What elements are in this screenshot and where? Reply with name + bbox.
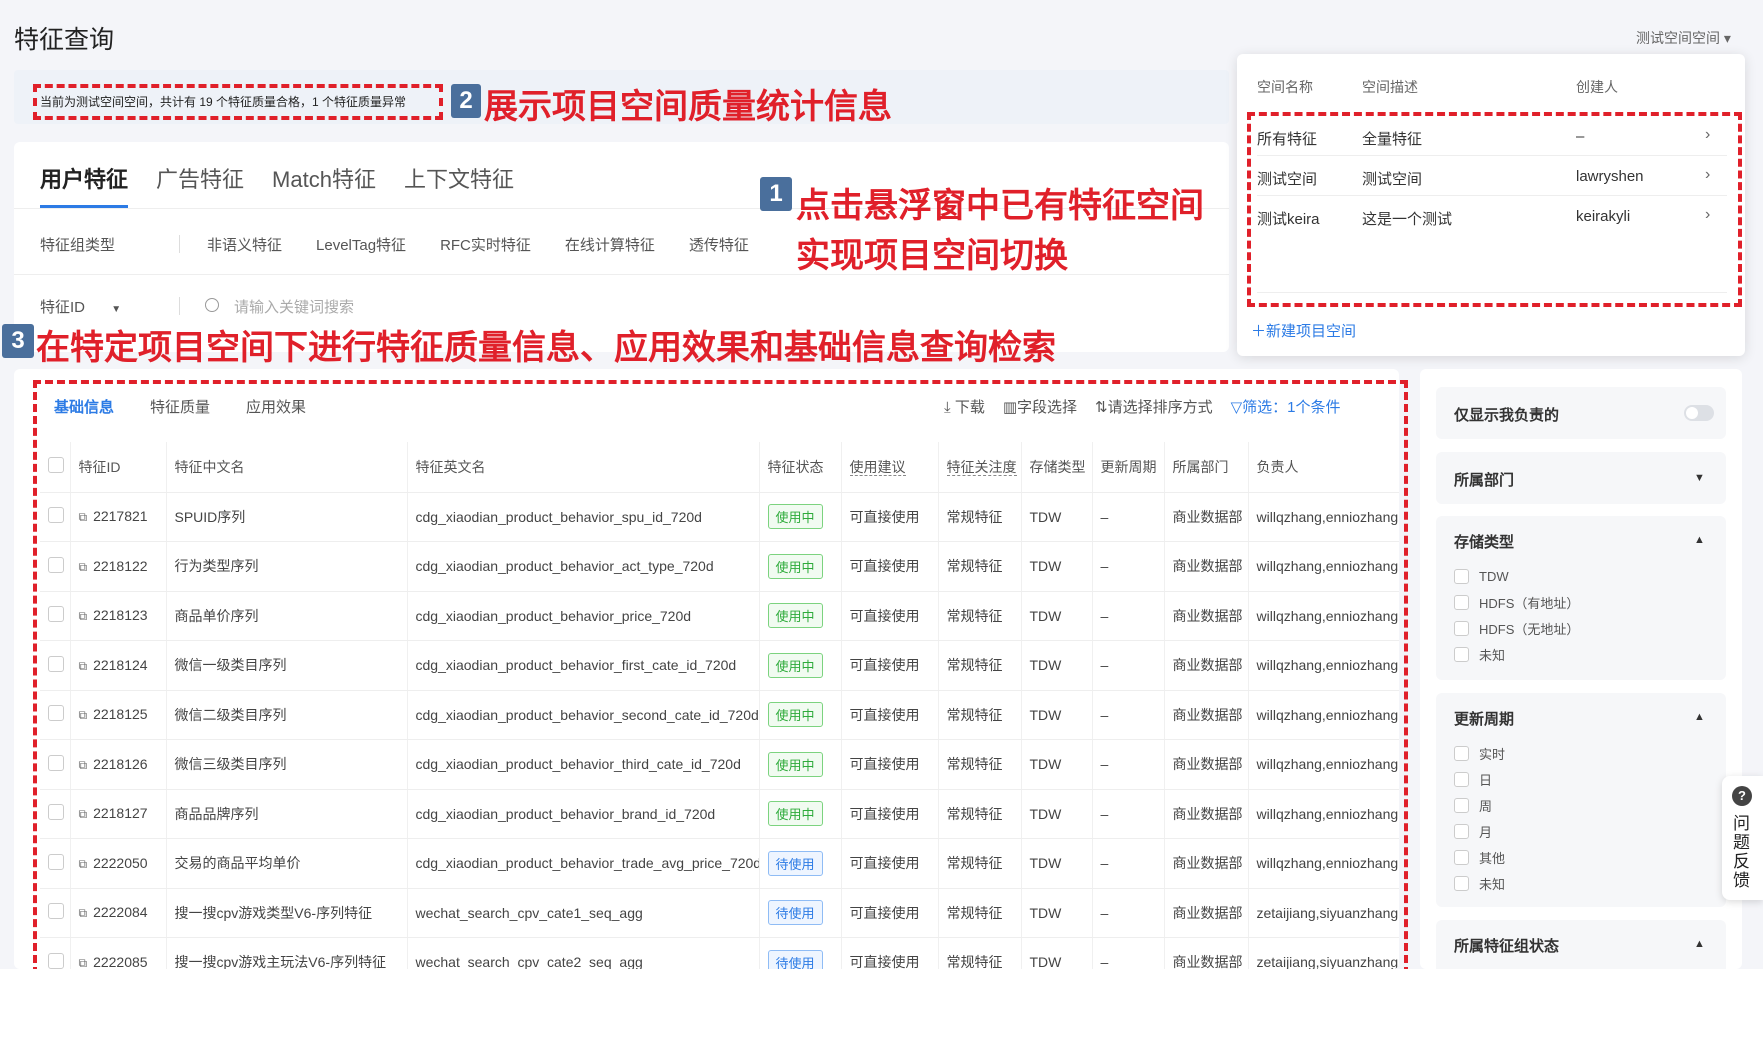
popover-header-desc: 空间描述 [1362,79,1418,95]
popover-header-name: 空间名称 [1257,79,1313,95]
annotation-text-1a: 点击悬浮窗中已有特征空间 [796,186,1204,226]
storage-section: 存储类型 ▲ TDW HDFS（有地址） HDFS（无地址） 未知 [1436,516,1726,680]
filter-passthrough[interactable]: 透传特征 [689,234,749,255]
search-divider-v [179,297,180,315]
checkbox[interactable] [1454,620,1469,636]
checkbox[interactable] [1454,568,1469,584]
filter-rfc-realtime[interactable]: RFC实时特征 [440,234,531,255]
chevron-up-icon[interactable]: ▲ [1694,711,1705,723]
annotation-text-2: 展示项目空间质量统计信息 [484,87,892,127]
storage-label: 存储类型 [1454,534,1515,551]
sub-filters: 非语义特征 LevelTag特征 RFC实时特征 在线计算特征 透传特征 [207,234,749,255]
option-label: 其他 [1479,850,1506,866]
option-label: 月 [1479,824,1493,840]
feedback-label: 问题反馈 [1733,814,1750,890]
option-label: 未知 [1479,647,1506,663]
annotation-badge-3: 3 [2,324,34,358]
main-tabs: 用户特征 广告特征 Match特征 上下文特征 [40,162,514,194]
only-mine-section: 仅显示我负责的 [1436,387,1726,439]
popover-header-creator: 创建人 [1576,79,1618,95]
checkbox[interactable] [1454,849,1469,865]
filter-non-semantic[interactable]: 非语义特征 [207,234,282,255]
option-label: 实时 [1479,746,1506,762]
option-label: TDW [1479,568,1509,584]
search-icon [205,298,219,312]
storage-option[interactable]: HDFS（有地址） [1454,589,1579,615]
option-label: 周 [1479,798,1493,814]
checkbox[interactable] [1454,875,1469,891]
notice-text: 当前为测试空间空间，共计有 19 个特征质量合格，1 个特征质量异常 [40,95,407,109]
storage-option[interactable]: 未知 [1454,641,1579,667]
sub-filter-divider [179,235,180,253]
annotation-badge-1: 1 [760,177,792,211]
checkbox[interactable] [1454,823,1469,839]
group-status-label: 所属特征组状态 [1454,938,1560,955]
filter-leveltag[interactable]: LevelTag特征 [316,234,406,255]
page-title: 特征查询 [14,26,115,54]
dept-section[interactable]: 所属部门 ▼ [1436,452,1726,504]
period-option[interactable]: 其他 [1454,844,1505,870]
dept-label: 所属部门 [1454,472,1515,489]
storage-options: TDW HDFS（有地址） HDFS（无地址） 未知 [1454,563,1579,667]
chevron-up-icon[interactable]: ▲ [1694,938,1705,950]
chevron-up-icon[interactable]: ▲ [1694,534,1705,546]
checkbox[interactable] [1454,771,1469,787]
storage-option[interactable]: HDFS（无地址） [1454,615,1579,641]
filter-online-compute[interactable]: 在线计算特征 [565,234,655,255]
tab-match-features[interactable]: Match特征 [272,162,376,194]
period-option[interactable]: 周 [1454,792,1505,818]
toggle-knob [1686,407,1698,419]
chevron-down-icon: ▼ [111,304,122,315]
period-options: 实时 日 周 月 其他 未知 [1454,740,1505,896]
group-status-section: 所属特征组状态 ▲ [1436,920,1726,969]
search-input[interactable]: 请输入关键词搜索 [234,296,354,317]
option-label: HDFS（无地址） [1479,621,1580,637]
tab-ad-features[interactable]: 广告特征 [156,162,244,194]
only-mine-label: 仅显示我负责的 [1454,407,1560,424]
annotation-badge-2: 2 [451,84,481,118]
search-field-select[interactable]: 特征ID ▼ [40,296,121,317]
period-label: 更新周期 [1454,711,1515,728]
tab-user-features[interactable]: 用户特征 [40,162,128,194]
checkbox[interactable] [1454,797,1469,813]
help-icon: ? [1732,786,1752,806]
period-option[interactable]: 未知 [1454,870,1505,896]
tab-context-features[interactable]: 上下文特征 [404,162,514,194]
option-label: 未知 [1479,876,1506,892]
space-selector[interactable]: 测试空间空间 ▾ [1636,28,1731,48]
period-option[interactable]: 实时 [1454,740,1505,766]
bottom-blank [0,969,1763,1037]
period-section: 更新周期 ▲ 实时 日 周 月 其他 未知 [1436,693,1726,907]
annotation-text-1b: 实现项目空间切换 [796,236,1068,276]
checkbox[interactable] [1454,745,1469,761]
only-mine-toggle[interactable] [1684,405,1714,421]
annotation-text-3: 在特定项目空间下进行特征质量信息、应用效果和基础信息查询检索 [36,328,1056,368]
period-option[interactable]: 日 [1454,766,1505,792]
period-option[interactable]: 月 [1454,818,1505,844]
feature-group-type-label: 特征组类型 [40,237,116,254]
chevron-down-icon: ▼ [1694,472,1705,484]
annotation-box-1 [1247,112,1742,307]
option-label: HDFS（有地址） [1479,595,1580,611]
checkbox[interactable] [1454,646,1469,662]
checkbox[interactable] [1454,594,1469,610]
storage-option[interactable]: TDW [1454,563,1579,589]
annotation-box-3 [33,380,1408,987]
search-field-label: 特征ID [40,299,86,316]
new-space-button[interactable]: ＋新建项目空间 [1251,320,1356,341]
feedback-button[interactable]: ? 问题反馈 [1722,776,1763,900]
option-label: 日 [1479,772,1493,788]
